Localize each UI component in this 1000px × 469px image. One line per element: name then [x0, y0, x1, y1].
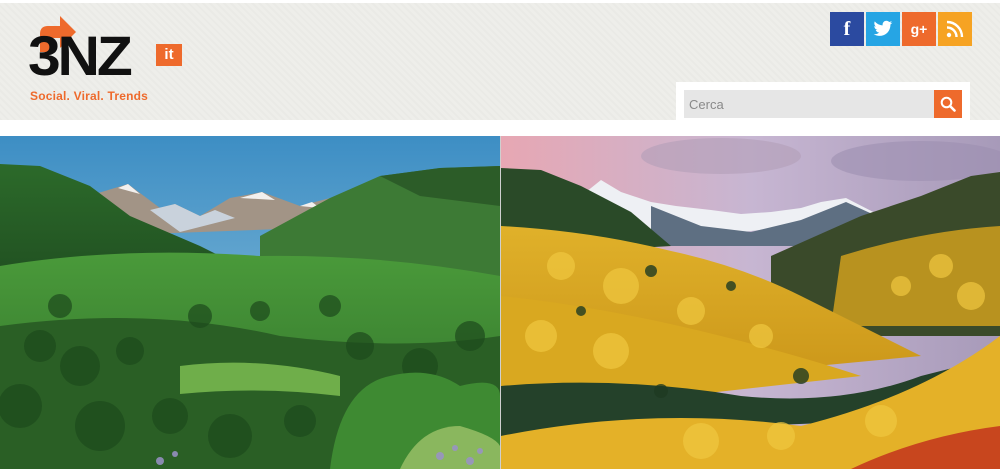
facebook-button[interactable]: f — [830, 12, 864, 46]
search-icon — [940, 96, 956, 112]
logo-tagline: Social. Viral. Trends — [30, 89, 149, 103]
twitter-button[interactable] — [866, 12, 900, 46]
site-header: 3NZ it Social. Viral. Trends f g+ — [0, 0, 1000, 120]
rss-icon — [946, 20, 964, 38]
rss-button[interactable] — [938, 12, 972, 46]
facebook-icon: f — [843, 17, 851, 40]
google-plus-button[interactable]: g+ — [902, 12, 936, 46]
search-input[interactable] — [684, 90, 934, 118]
hero-image-summer[interactable] — [0, 136, 500, 469]
header-top-border — [0, 0, 1000, 3]
hero-image-autumn[interactable] — [501, 136, 1000, 469]
site-logo[interactable]: 3NZ it Social. Viral. Trends — [28, 12, 188, 104]
logo-wordmark: 3NZ — [28, 24, 133, 87]
summer-landscape-image — [0, 136, 500, 469]
search-button[interactable] — [934, 90, 962, 118]
hero-image-comparison — [0, 136, 1000, 469]
logo-tld-badge: it — [156, 44, 182, 66]
google-plus-icon: g+ — [910, 21, 928, 37]
autumn-landscape-image — [501, 136, 1000, 469]
social-links: f g+ — [830, 12, 972, 46]
twitter-icon — [873, 20, 893, 36]
search-box — [676, 82, 970, 120]
